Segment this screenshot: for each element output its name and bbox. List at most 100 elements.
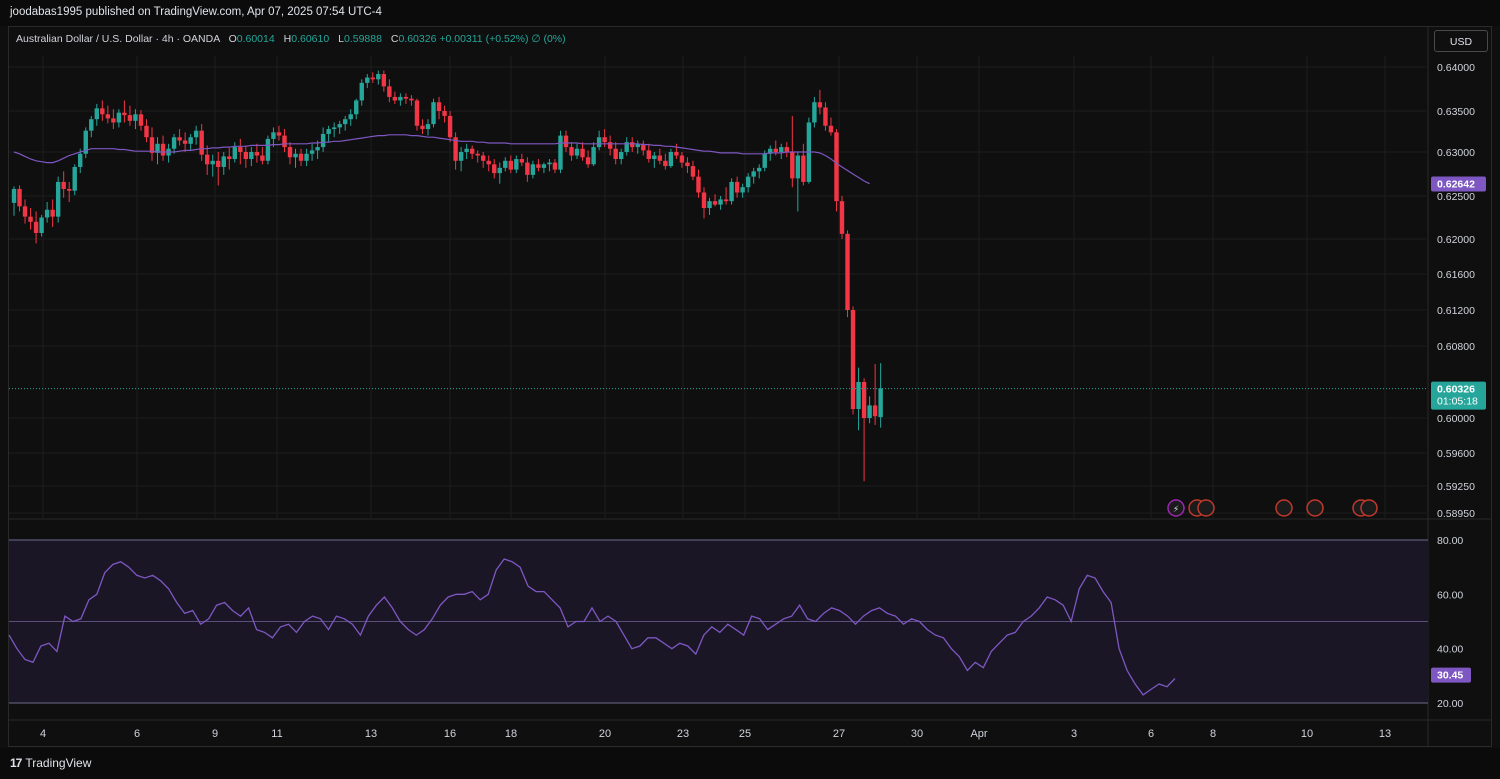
candle-up bbox=[652, 155, 657, 160]
candle-down bbox=[177, 137, 182, 141]
y-tick-label: 0.58950 bbox=[1437, 508, 1475, 520]
bar-countdown: 01:05:18 bbox=[1437, 396, 1478, 408]
x-tick-label: 8 bbox=[1210, 728, 1216, 740]
extra-value: ∅ (0%) bbox=[531, 33, 566, 45]
candle-down bbox=[613, 148, 618, 160]
candle-up bbox=[574, 148, 580, 156]
y-tick-label: 0.61200 bbox=[1437, 305, 1475, 317]
currency-button[interactable]: USD bbox=[1434, 30, 1488, 52]
candle-down bbox=[790, 152, 795, 179]
candle-down bbox=[663, 160, 668, 167]
candle-down bbox=[845, 233, 850, 310]
rsi-tick-label: 20.00 bbox=[1437, 698, 1463, 710]
candle-down bbox=[370, 77, 375, 80]
y-tick-label: 0.60000 bbox=[1437, 413, 1475, 425]
candle-down bbox=[817, 102, 823, 108]
candle-down bbox=[519, 159, 525, 163]
economic-event-icon bbox=[1360, 499, 1378, 517]
candle-down bbox=[243, 152, 249, 160]
low-value: 0.59888 bbox=[343, 33, 382, 45]
candle-up bbox=[55, 181, 61, 217]
candle-up bbox=[326, 129, 331, 134]
candle-down bbox=[834, 132, 839, 202]
x-tick-label: 10 bbox=[1301, 728, 1313, 740]
candle-up bbox=[232, 147, 237, 160]
candle-down bbox=[685, 162, 690, 167]
candle-up bbox=[856, 382, 861, 409]
candle-down bbox=[436, 102, 442, 111]
candle-up bbox=[530, 164, 536, 175]
rsi-value-label: 30.45 bbox=[1437, 670, 1463, 682]
x-tick-label: 4 bbox=[40, 728, 46, 740]
candle-down bbox=[486, 160, 491, 165]
rsi-tick-label: 60.00 bbox=[1437, 589, 1463, 601]
rsi-tick-label: 40.00 bbox=[1437, 644, 1463, 656]
x-tick-label: 27 bbox=[833, 728, 845, 740]
high-value: 0.60610 bbox=[291, 33, 330, 45]
candle-down bbox=[569, 147, 574, 156]
change-value: +0.00311 (+0.52%) bbox=[439, 33, 529, 45]
candle-up bbox=[331, 127, 337, 130]
close-value: 0.60326 bbox=[398, 33, 437, 45]
candle-up bbox=[497, 167, 502, 174]
candle-up bbox=[293, 153, 298, 158]
candle-down bbox=[138, 114, 144, 126]
candle-up bbox=[729, 181, 734, 202]
symbol-name: Australian Dollar / U.S. Dollar · 4h · O… bbox=[16, 33, 220, 45]
candle-up bbox=[44, 209, 50, 218]
x-tick-label: 6 bbox=[134, 728, 140, 740]
candle-up bbox=[425, 124, 431, 130]
candle-down bbox=[122, 112, 127, 116]
footer-bar bbox=[0, 748, 1500, 779]
candle-down bbox=[238, 147, 243, 152]
candle-down bbox=[701, 192, 707, 209]
candle-down bbox=[127, 115, 133, 121]
candle-up bbox=[72, 166, 77, 191]
candle-down bbox=[414, 100, 420, 126]
candle-down bbox=[381, 74, 387, 87]
candle-down bbox=[679, 155, 685, 163]
candle-up bbox=[668, 152, 674, 167]
candle-up bbox=[514, 159, 519, 170]
candle-down bbox=[734, 181, 740, 193]
candle-up bbox=[133, 114, 138, 121]
tradingview-brand[interactable]: 17 TradingView bbox=[10, 756, 91, 770]
candle-up bbox=[221, 156, 226, 167]
candle-down bbox=[276, 132, 282, 136]
candle-down bbox=[563, 135, 569, 148]
open-value: 0.60014 bbox=[236, 33, 275, 45]
candle-up bbox=[343, 119, 348, 125]
candle-down bbox=[216, 160, 221, 167]
y-tick-label: 0.61600 bbox=[1437, 269, 1475, 281]
candle-down bbox=[298, 153, 304, 161]
candle-up bbox=[271, 132, 276, 139]
candle-down bbox=[801, 155, 806, 182]
candle-down bbox=[22, 206, 28, 217]
candle-down bbox=[254, 152, 260, 156]
candle-down bbox=[160, 143, 166, 156]
y-tick-label: 0.59600 bbox=[1437, 448, 1475, 460]
x-tick-label: 13 bbox=[365, 728, 377, 740]
candle-down bbox=[585, 157, 591, 165]
candle-down bbox=[50, 209, 55, 217]
candle-up bbox=[779, 147, 784, 152]
candle-up bbox=[619, 152, 624, 160]
candle-down bbox=[260, 155, 265, 161]
candle-down bbox=[823, 107, 828, 126]
candle-up bbox=[193, 130, 199, 138]
x-tick-label: 9 bbox=[212, 728, 218, 740]
last-price-label: 0.60326 bbox=[1437, 384, 1475, 396]
candle-down bbox=[630, 142, 635, 148]
candle-up bbox=[541, 164, 547, 168]
candle-up bbox=[89, 119, 94, 131]
candle-up bbox=[745, 176, 751, 188]
candle-down bbox=[552, 162, 558, 170]
candle-down bbox=[580, 148, 585, 158]
candle-up bbox=[309, 150, 315, 154]
chart-canvas[interactable]: 4 6 9 11 13 16 18 20 23 25 27 30 Apr 3 6 8 10 13 0.64000 0.… bbox=[0, 0, 1500, 779]
candle-up bbox=[398, 96, 403, 101]
brand-name: TradingView bbox=[25, 756, 92, 770]
x-tick-label: 30 bbox=[911, 728, 923, 740]
y-tick-label: 0.62500 bbox=[1437, 191, 1475, 203]
economic-event-icon bbox=[1306, 499, 1324, 517]
